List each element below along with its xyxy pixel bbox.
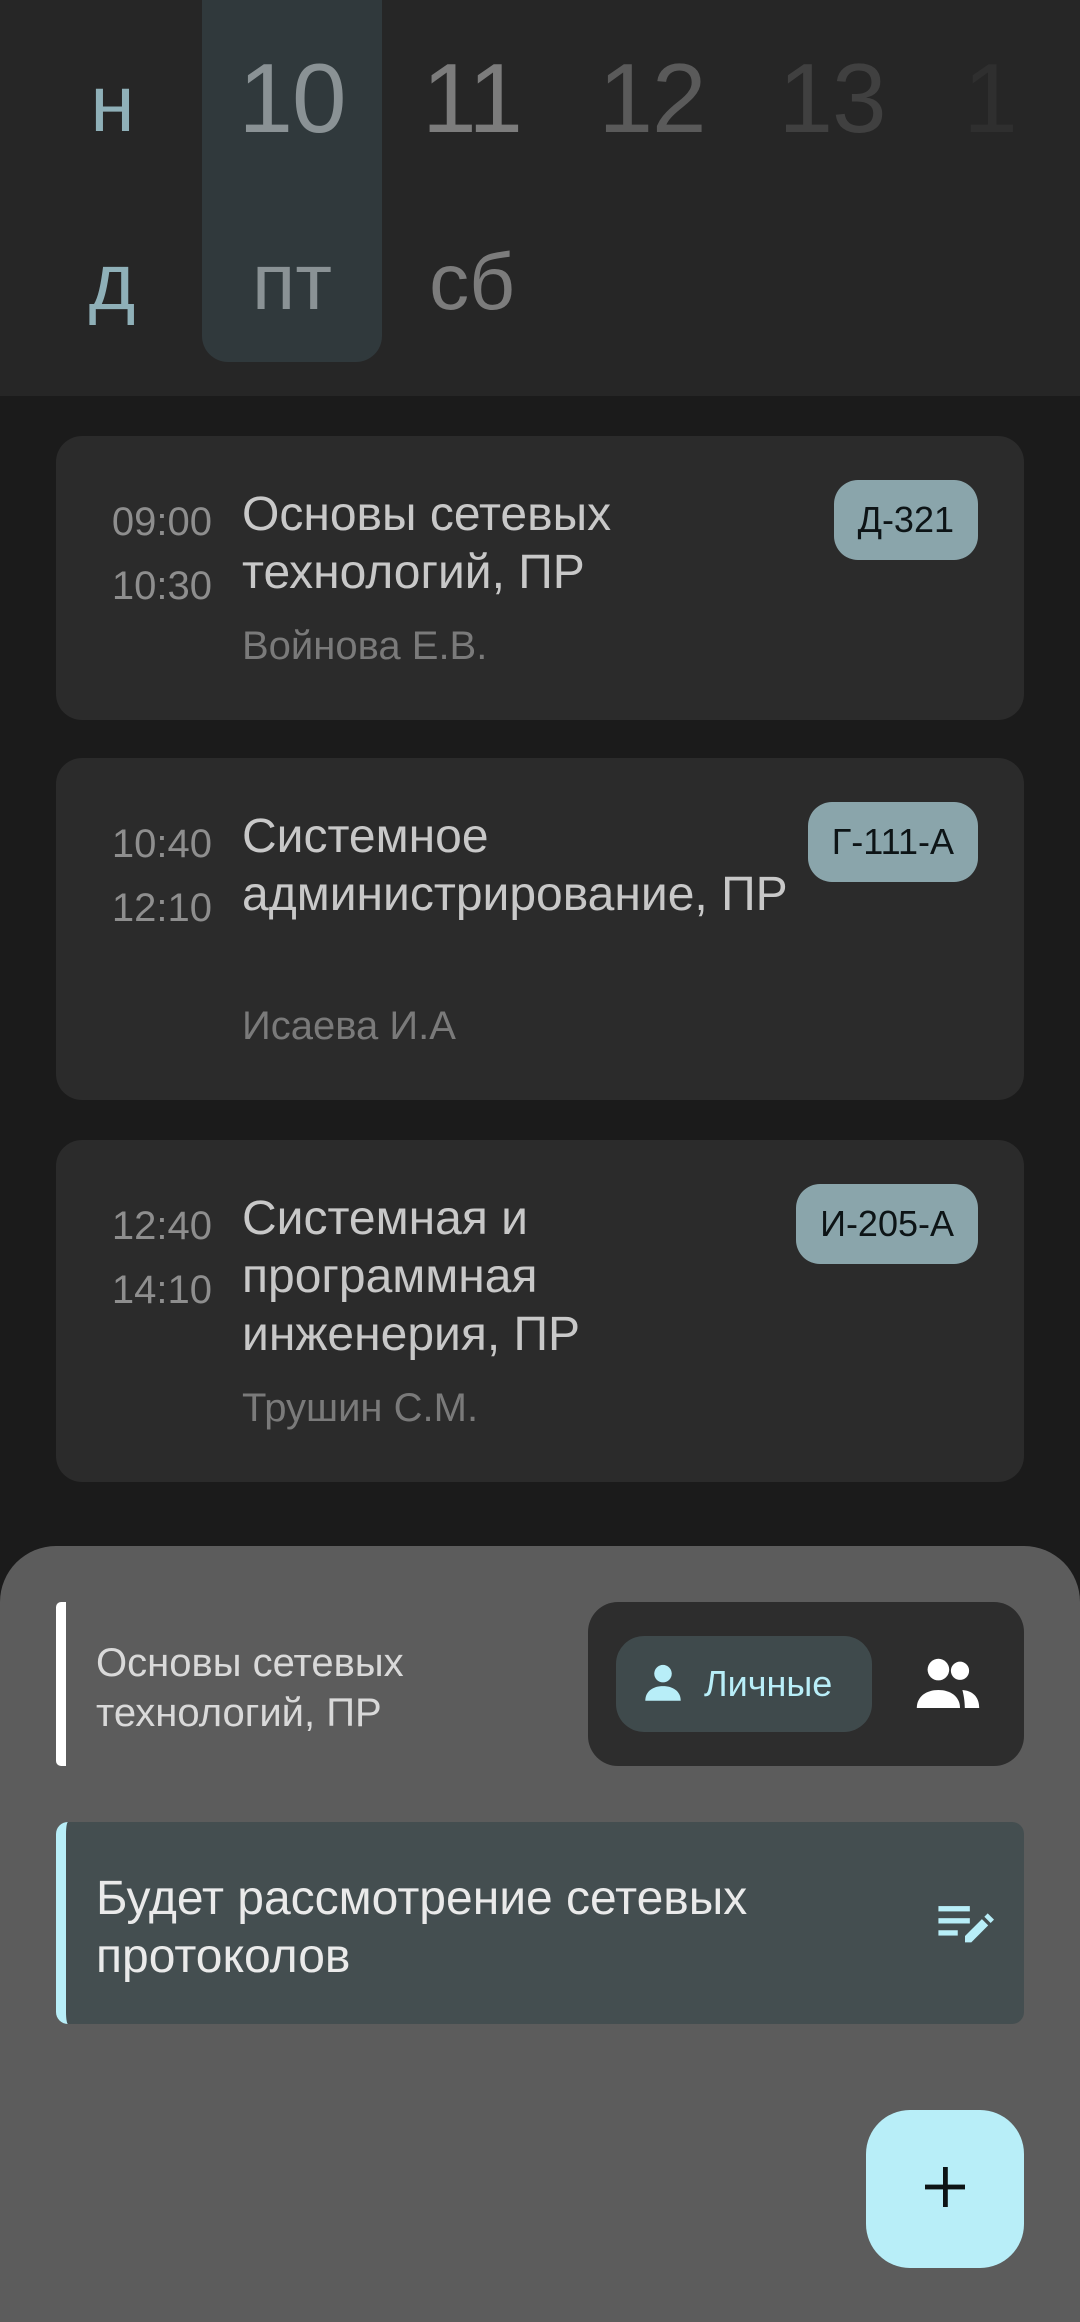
room-chip: Д-321 [833,480,978,560]
notes-scope-toggle: Личные [588,1602,1024,1766]
day-name: сб [429,237,515,326]
date-strip[interactable]: н д 10 пт 11 сб 12 13 1 [0,0,1080,396]
add-note-button[interactable] [866,2110,1024,2268]
lesson-teacher: Исаева И.А [242,1004,456,1048]
personal-notes-button[interactable]: Личные [616,1636,872,1732]
note-text: Будет рассмотрение сетевых протоколов [96,1872,748,1983]
day-item[interactable]: 11 сб [382,0,562,362]
lesson-card[interactable]: 09:00 10:30 Основы сетевых технологий, П… [56,436,1024,720]
day-number: 1 [963,43,1018,153]
lesson-teacher: Войнова Е.В. [242,624,488,668]
day-item[interactable]: 1 [900,0,1080,362]
end-time: 10:30 [111,564,212,608]
start-time: 09:00 [111,500,212,544]
app-root: н д 10 пт 11 сб 12 13 1 09:00 10:30 Осно… [0,0,1080,2322]
day-item[interactable]: 12 [562,0,742,362]
lesson-card[interactable]: 10:40 12:10 Системное администрирование,… [56,758,1024,1100]
plus-icon [921,2163,969,2216]
lesson-card[interactable]: 12:40 14:10 Системная и программная инже… [56,1140,1024,1482]
day-prev[interactable]: н д [22,0,202,362]
lesson-times: 10:40 12:10 [102,812,212,940]
day-prev-name: д [88,237,136,326]
lesson-title: Основы сетевых технологий, ПР [242,488,612,599]
sheet-subject-title: Основы сетевых технологий, ПР [56,1602,556,1766]
start-time: 12:40 [111,1204,212,1248]
lesson-teacher: Трушин С.М. [242,1386,479,1430]
day-number: 11 [422,43,523,153]
lesson-times: 09:00 10:30 [102,490,212,618]
day-prev-top: н [90,59,134,148]
person-icon [638,1657,688,1712]
personal-label: Личные [704,1663,833,1704]
day-number: 13 [778,43,886,153]
lesson-title: Системное администрирование, ПР [242,810,788,921]
group-icon [912,1658,984,1722]
group-notes-button[interactable] [912,1650,984,1718]
lesson-title: Системная и программная инженерия, ПР [242,1192,581,1361]
day-item[interactable]: 13 [742,0,922,362]
room-chip: Г-111-А [807,802,978,882]
end-time: 12:10 [111,886,212,930]
lesson-times: 12:40 14:10 [102,1194,212,1322]
day-number: 10 [238,43,346,153]
note-card[interactable]: Будет рассмотрение сетевых протоколов [56,1822,1024,2024]
notes-bottom-sheet: Основы сетевых технологий, ПР Личные Буд… [0,1546,1080,2322]
start-time: 10:40 [111,822,212,866]
room-chip: И-205-А [796,1184,978,1264]
day-name: пт [252,237,332,326]
day-selected[interactable]: 10 пт [202,0,382,362]
end-time: 14:10 [111,1268,212,1312]
day-number: 12 [598,43,706,153]
edit-note-icon[interactable] [936,1898,994,1948]
